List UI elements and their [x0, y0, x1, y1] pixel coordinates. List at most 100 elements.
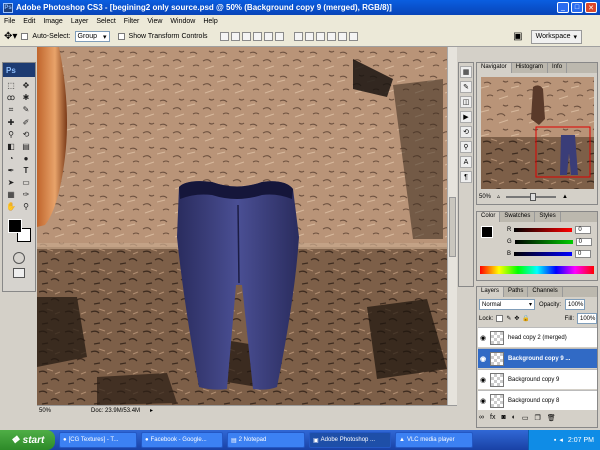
workspace-button[interactable]: Workspace ▾: [530, 29, 582, 44]
clone-stamp-icon[interactable]: ⚲: [5, 129, 17, 140]
path-select-icon[interactable]: ➤: [5, 177, 17, 188]
move-tool-icon[interactable]: ✥▾: [4, 31, 17, 42]
layer-row-selected[interactable]: ◉ Background copy 9 ...: [478, 348, 597, 368]
zoom-slider[interactable]: [506, 192, 557, 201]
new-group-icon[interactable]: ▭: [522, 414, 529, 422]
eye-icon[interactable]: ◉: [478, 334, 488, 342]
brush-tool-icon[interactable]: ✐: [20, 117, 32, 128]
menu-select[interactable]: Select: [96, 18, 115, 25]
start-button[interactable]: ❖ start: [0, 430, 55, 450]
tab-channels[interactable]: Channels: [528, 287, 563, 297]
tab-color[interactable]: Color: [477, 212, 501, 222]
fill-field[interactable]: 100%: [577, 313, 597, 324]
dodge-tool-icon[interactable]: ●: [20, 153, 32, 164]
slice-tool-icon[interactable]: ✎: [20, 104, 32, 115]
menu-filter[interactable]: Filter: [124, 18, 140, 25]
show-transform-checkbox[interactable]: [117, 33, 125, 40]
blue-slider[interactable]: [514, 252, 573, 256]
tab-layers[interactable]: Layers: [477, 287, 505, 297]
marquee-tool-icon[interactable]: ⬚: [5, 80, 17, 91]
tab-styles[interactable]: Styles: [535, 212, 561, 222]
quick-mask-icon[interactable]: [13, 251, 25, 264]
menu-view[interactable]: View: [147, 18, 162, 25]
tab-histogram[interactable]: Histogram: [512, 63, 549, 73]
bridge-icon[interactable]: ▣: [513, 31, 522, 42]
distribute-bottom-icon[interactable]: [315, 32, 325, 41]
tray-network-icon[interactable]: ▪: [554, 437, 556, 444]
distribute-right-icon[interactable]: [348, 32, 358, 41]
notes-tool-icon[interactable]: ▦: [5, 189, 17, 200]
brushes-panel-icon[interactable]: ▦: [460, 66, 472, 78]
color-spectrum-ramp[interactable]: [480, 266, 594, 274]
menu-window[interactable]: Window: [170, 18, 195, 25]
zoom-level[interactable]: 50%: [39, 408, 51, 414]
clone-source-icon[interactable]: ⚲: [460, 141, 472, 153]
close-button[interactable]: ✕: [585, 2, 597, 13]
zoom-tool-icon[interactable]: ⚲: [20, 201, 32, 212]
opacity-field[interactable]: 100%: [565, 299, 586, 310]
eraser-tool-icon[interactable]: ◧: [5, 141, 17, 152]
distribute-vcenter-icon[interactable]: [304, 32, 314, 41]
crop-tool-icon[interactable]: ⌗: [5, 105, 17, 116]
blend-mode-dropdown[interactable]: Normal ▾: [479, 299, 535, 310]
lock-move-icon[interactable]: ✥: [514, 315, 519, 322]
align-hcenter-icon[interactable]: [263, 32, 273, 41]
history-brush-icon[interactable]: ⟲: [20, 129, 32, 140]
eyedropper-icon[interactable]: ✑: [20, 189, 32, 200]
align-left-icon[interactable]: [252, 32, 262, 41]
status-arrow-icon[interactable]: ▸: [150, 407, 153, 414]
taskbar-item[interactable]: ● [CG Textures] - T...: [59, 432, 137, 448]
zoom-out-icon[interactable]: ▵: [497, 193, 500, 200]
magic-wand-icon[interactable]: ✱: [20, 92, 32, 103]
align-vcenter-icon[interactable]: [230, 32, 240, 41]
lock-transparency-icon[interactable]: [496, 315, 504, 322]
maximize-button[interactable]: □: [571, 2, 583, 13]
navigator-zoom[interactable]: 50%: [479, 194, 491, 200]
type-tool-icon[interactable]: T: [20, 165, 32, 176]
auto-select-checkbox[interactable]: [21, 33, 29, 40]
blue-value[interactable]: 0: [575, 250, 592, 258]
green-value[interactable]: 0: [575, 238, 592, 246]
menu-file[interactable]: File: [4, 18, 15, 25]
red-slider[interactable]: [514, 228, 573, 232]
blur-tool-icon[interactable]: ◔: [5, 153, 17, 164]
align-bottom-icon[interactable]: [241, 32, 251, 41]
layer-style-icon[interactable]: fx: [490, 414, 495, 422]
tab-swatches[interactable]: Swatches: [500, 212, 536, 222]
vertical-scrollbar[interactable]: [447, 47, 457, 405]
layer-row[interactable]: ◉ head copy 2 (merged): [478, 327, 597, 347]
adjustment-layer-icon[interactable]: ◐: [512, 414, 516, 422]
screen-mode-icon[interactable]: [13, 267, 25, 278]
menu-image[interactable]: Image: [43, 18, 62, 25]
tab-navigator[interactable]: Navigator: [477, 63, 512, 73]
foreground-swatch[interactable]: [481, 226, 493, 238]
navigator-thumbnail[interactable]: [481, 77, 594, 189]
align-right-icon[interactable]: [274, 32, 284, 41]
eye-icon[interactable]: ◉: [478, 376, 488, 384]
hand-tool-icon[interactable]: ✋: [5, 201, 17, 212]
taskbar-item-active[interactable]: ▣ Adobe Photoshop ...: [309, 432, 391, 448]
eye-icon[interactable]: ◉: [478, 397, 488, 405]
distribute-left-icon[interactable]: [326, 32, 336, 41]
menu-layer[interactable]: Layer: [71, 18, 89, 25]
menu-help[interactable]: Help: [203, 18, 217, 25]
lock-paint-icon[interactable]: ✎: [506, 315, 511, 322]
gradient-tool-icon[interactable]: ▤: [20, 141, 32, 152]
tab-info[interactable]: Info: [548, 63, 568, 73]
tool-presets-icon[interactable]: ✎: [460, 81, 472, 93]
new-layer-icon[interactable]: ❐: [535, 414, 541, 422]
taskbar-item[interactable]: ● Facebook - Google...: [141, 432, 223, 448]
green-slider[interactable]: [514, 240, 573, 244]
actions-icon[interactable]: ▶: [460, 111, 472, 123]
foreground-color-swatch[interactable]: [8, 218, 22, 233]
zoom-in-icon[interactable]: ▲: [562, 194, 568, 200]
eye-icon[interactable]: ◉: [478, 355, 488, 363]
layer-row[interactable]: ◉ Background copy 8: [478, 390, 597, 410]
tray-volume-icon[interactable]: ◂: [559, 436, 563, 444]
auto-select-dropdown[interactable]: Group ▾: [74, 31, 110, 42]
trash-icon[interactable]: 🗑: [547, 414, 556, 422]
character-panel-icon[interactable]: A: [460, 156, 472, 168]
distribute-hcenter-icon[interactable]: [337, 32, 347, 41]
taskbar-item[interactable]: ▲ VLC media player: [395, 432, 473, 448]
minimize-button[interactable]: _: [557, 2, 569, 13]
